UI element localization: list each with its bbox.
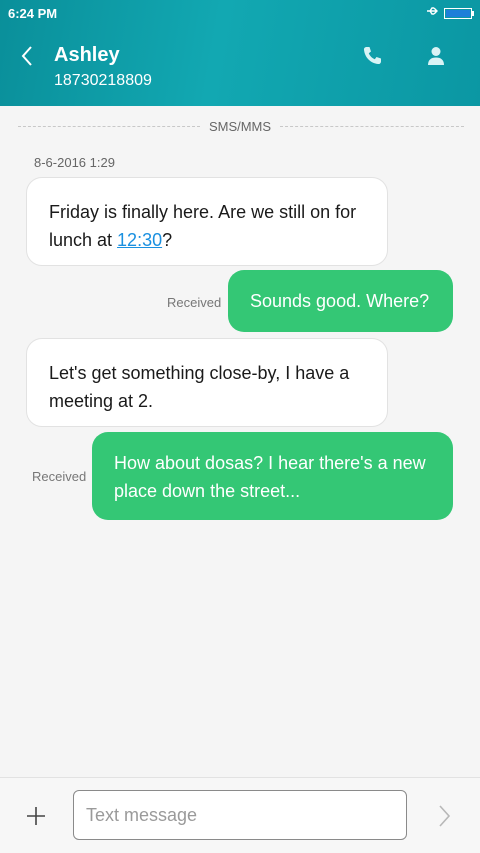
contact-phone-number: 18730218809 (54, 72, 152, 89)
incoming-message-bubble[interactable]: Friday is finally here. Are we still on … (26, 177, 388, 266)
message-date: 8-6-2016 1:29 (34, 155, 115, 170)
chevron-left-icon (21, 46, 32, 66)
plus-icon (27, 807, 45, 825)
message-text: Let's get something close-by, I have a m… (49, 363, 350, 411)
outgoing-message-bubble[interactable]: Sounds good. Where? (228, 270, 453, 332)
chevron-right-icon (439, 805, 451, 827)
message-text: Sounds good. Where? (250, 291, 430, 311)
delivery-status: Received (32, 469, 87, 484)
battery-icon (444, 8, 472, 19)
channel-divider-right (280, 126, 464, 127)
message-text: Friday is finally here. Are we still on … (49, 202, 357, 250)
time-link[interactable]: 12:30 (117, 230, 162, 250)
message-text-end: ? (162, 230, 173, 250)
conversation-header: 6:24 PM Ashley 18730218809 (0, 0, 480, 106)
send-button[interactable] (432, 804, 456, 828)
status-bar: 6:24 PM (0, 0, 480, 26)
call-button[interactable] (360, 44, 386, 68)
channel-label: SMS/MMS (208, 119, 272, 134)
person-icon (428, 47, 444, 65)
message-text: How about dosas? I hear there's a new pl… (114, 453, 426, 501)
back-button[interactable] (14, 42, 40, 70)
incoming-message-bubble[interactable]: Let's get something close-by, I have a m… (26, 338, 388, 427)
delivery-status: Received (167, 295, 222, 310)
status-time: 6:24 PM (8, 6, 58, 21)
outgoing-message-bubble[interactable]: How about dosas? I hear there's a new pl… (92, 432, 453, 520)
attach-button[interactable] (24, 804, 48, 828)
phone-icon (363, 47, 381, 65)
battery-tip (472, 11, 474, 16)
usb-icon (426, 4, 440, 21)
message-input[interactable] (73, 790, 407, 840)
contact-profile-button[interactable] (424, 44, 450, 68)
contact-name: Ashley (54, 44, 120, 66)
channel-divider-left (18, 126, 200, 127)
